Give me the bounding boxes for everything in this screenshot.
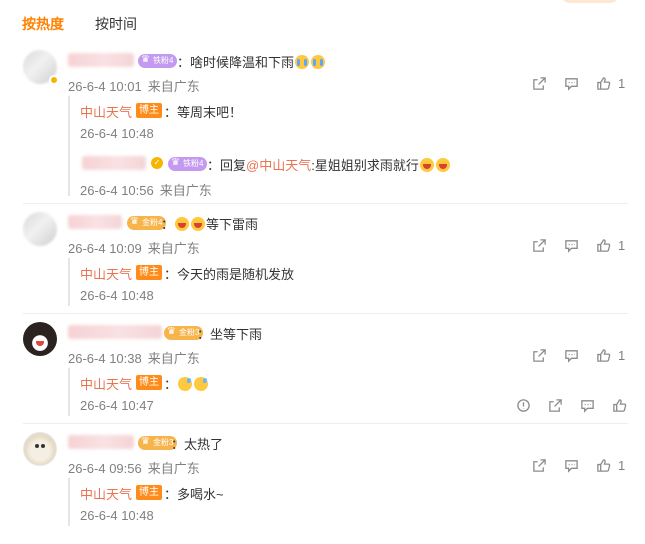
- divider: [23, 203, 628, 204]
- like-count: 1: [618, 238, 626, 253]
- reply-text-body: :星姐姐别求雨就行: [311, 158, 419, 173]
- sort-tabs: 按热度 按时间: [0, 0, 645, 48]
- comment-actions: 1: [532, 458, 632, 474]
- reply-text: ：多喝水~: [164, 487, 224, 502]
- host-badge: 博主: [136, 485, 162, 500]
- share-icon[interactable]: [548, 398, 564, 414]
- source-location: 来自广东: [147, 461, 200, 476]
- reply-colon: ：: [164, 377, 178, 392]
- laughing-emoji-icon: [175, 217, 190, 231]
- tab-sort-hot[interactable]: 按热度: [22, 14, 64, 34]
- timestamp: 26-6-4 09:56: [68, 461, 142, 476]
- comment-text: ：啥时候降温和下雨: [177, 52, 326, 71]
- like-icon[interactable]: [596, 76, 612, 92]
- timestamp: 26-6-4 10:56: [80, 183, 154, 198]
- reply-prefix: ：回复: [207, 158, 247, 173]
- mention-link[interactable]: @中山天气: [246, 158, 311, 173]
- tab-sort-time[interactable]: 按时间: [95, 14, 137, 34]
- comment-text-body: 等下雷雨: [206, 217, 259, 232]
- comment-meta: 26-6-4 10:01 来自广东: [68, 76, 200, 95]
- like-count: 1: [618, 76, 626, 91]
- divider: [23, 313, 628, 314]
- share-icon[interactable]: [532, 238, 548, 254]
- host-badge: 博主: [136, 375, 162, 390]
- fan-badge: 铁粉4: [168, 156, 208, 171]
- fan-badge: 铁粉4: [138, 53, 178, 68]
- sweat-emoji-icon: [178, 377, 193, 391]
- timestamp: 26-6-4 10:09: [68, 241, 142, 256]
- comment-meta: 26-6-4 09:56 来自广东: [68, 458, 200, 477]
- reply-text: ：等周末吧！: [164, 105, 243, 120]
- reply-thread: 中山天气 博主 ：等周末吧！ 26-6-4 10:48 ✓ 铁粉4 ：回复@中山…: [68, 96, 628, 199]
- top-orange-indicator: [561, 0, 619, 3]
- comment-text: ：坐等下雨: [197, 327, 263, 342]
- timestamp: 26-6-4 10:48: [80, 288, 154, 303]
- laughing-emoji-icon: [435, 158, 450, 172]
- source-location: 来自广东: [147, 351, 200, 366]
- reply-thread: 中山天气 博主 ：多喝水~ 26-6-4 10:48: [68, 478, 628, 526]
- avatar[interactable]: [23, 432, 57, 466]
- host-badge: 博主: [136, 103, 162, 118]
- verified-badge-icon: [49, 75, 59, 85]
- laughing-emoji-icon: [419, 158, 434, 172]
- divider: [23, 423, 628, 424]
- like-icon[interactable]: [612, 398, 628, 414]
- verified-badge-icon: ✓: [151, 157, 163, 169]
- reply-author[interactable]: 中山天气: [80, 102, 132, 121]
- comment-icon[interactable]: [564, 238, 580, 254]
- timestamp: 26-6-4 10:48: [80, 126, 154, 141]
- like-count: 1: [618, 458, 626, 473]
- reply-author[interactable]: 中山天气: [80, 374, 132, 393]
- crying-emoji-icon: [295, 55, 310, 69]
- sweat-emoji-icon: [194, 377, 209, 391]
- share-icon[interactable]: [532, 76, 548, 92]
- share-icon[interactable]: [532, 458, 548, 474]
- comment-text: ：太热了: [171, 437, 224, 452]
- timestamp: 26-6-4 10:01: [68, 79, 142, 94]
- like-icon[interactable]: [596, 348, 612, 364]
- username-blurred[interactable]: [68, 325, 162, 339]
- source-location: 来自广东: [147, 241, 200, 256]
- timestamp: 26-6-4 10:38: [68, 351, 142, 366]
- reply-author[interactable]: 中山天气: [80, 484, 132, 503]
- comment-actions: 1: [532, 238, 632, 254]
- like-icon[interactable]: [596, 458, 612, 474]
- comment-icon[interactable]: [580, 398, 596, 414]
- avatar[interactable]: [23, 322, 57, 356]
- comment-meta: 26-6-4 10:09 来自广东: [68, 238, 200, 257]
- reply-thread: 中山天气 博主 ： 26-6-4 10:47: [68, 368, 628, 416]
- comment-colon: ：: [161, 217, 175, 232]
- source-location: 来自广东: [147, 79, 200, 94]
- timestamp: 26-6-4 10:48: [80, 508, 154, 523]
- username-blurred[interactable]: [82, 156, 146, 170]
- comment-text-body: ：啥时候降温和下雨: [177, 55, 295, 70]
- like-icon[interactable]: [596, 238, 612, 254]
- reply-text: ：: [164, 374, 209, 393]
- report-icon[interactable]: [516, 398, 532, 414]
- comment-text: ： 等下雷雨: [161, 214, 258, 233]
- reply-thread: 中山天气 博主 ：今天的雨是随机发放 26-6-4 10:48: [68, 258, 628, 306]
- comment-icon[interactable]: [564, 458, 580, 474]
- username-blurred[interactable]: [68, 215, 122, 229]
- reply-actions: [516, 398, 628, 414]
- reply-text: ：回复@中山天气:星姐姐别求雨就行: [207, 155, 451, 174]
- crying-emoji-icon: [311, 55, 326, 69]
- reply-author[interactable]: 中山天气: [80, 264, 132, 283]
- username-blurred[interactable]: [68, 435, 134, 449]
- like-count: 1: [618, 348, 626, 363]
- comment-icon[interactable]: [564, 348, 580, 364]
- laughing-emoji-icon: [191, 217, 206, 231]
- reply-meta: 26-6-4 10:56 来自广东: [80, 180, 212, 199]
- avatar[interactable]: [23, 212, 57, 246]
- source-location: 来自广东: [159, 183, 212, 198]
- share-icon[interactable]: [532, 348, 548, 364]
- reply-text: ：今天的雨是随机发放: [164, 267, 295, 282]
- username-blurred[interactable]: [68, 53, 134, 67]
- comment-icon[interactable]: [564, 76, 580, 92]
- comment-meta: 26-6-4 10:38 来自广东: [68, 348, 200, 367]
- comment-actions: 1: [532, 348, 632, 364]
- host-badge: 博主: [136, 265, 162, 280]
- timestamp: 26-6-4 10:47: [80, 398, 154, 413]
- comment-actions: 1: [532, 76, 632, 92]
